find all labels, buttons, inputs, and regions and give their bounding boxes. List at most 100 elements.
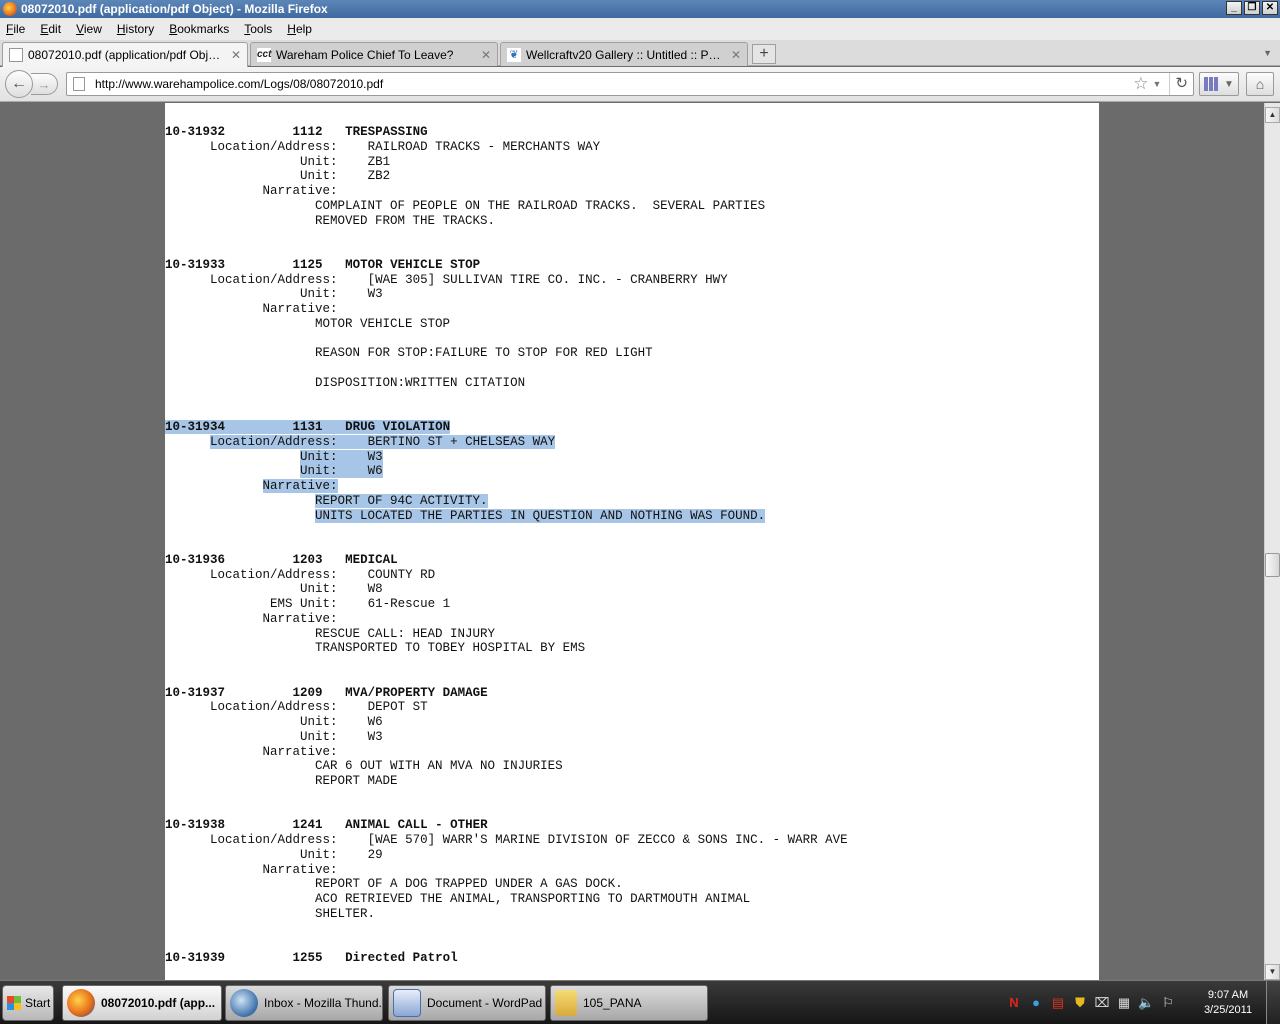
taskbar-item-label: 08072010.pdf (app... (101, 996, 216, 1010)
log-line: Unit: W3 (165, 730, 1099, 745)
tab-close-icon[interactable]: ✕ (481, 48, 491, 62)
log-field-label: Narrative: (262, 184, 338, 198)
start-button[interactable]: Start (2, 985, 54, 1021)
log-field-label: EMS Unit: (270, 597, 338, 611)
log-entry-time: 1125 (292, 257, 323, 272)
log-field-label: Location/Address: (210, 567, 338, 582)
tab-wareham-police[interactable]: cct Wareham Police Chief To Leave? ✕ (250, 42, 498, 66)
log-field-label: Narrative: (262, 611, 338, 626)
log-entry-type: ANIMAL CALL - OTHER (345, 818, 488, 833)
log-field-label: Unit: (300, 169, 338, 184)
log-line: 10-31936 1203 MEDICAL (165, 553, 1099, 568)
vertical-scrollbar[interactable]: ▲ ▼ (1264, 103, 1280, 980)
log-field-label: Unit: (300, 449, 338, 464)
log-field-value: W3 (367, 729, 383, 744)
log-field-label: Narrative: (262, 479, 338, 493)
close-button[interactable]: ✕ (1262, 1, 1278, 15)
log-line: Narrative: (165, 745, 1099, 760)
log-line: Unit: W6 (165, 715, 1099, 730)
menu-bookmarks[interactable]: Bookmarks (169, 22, 229, 36)
log-line: Location/Address: DEPOT ST (165, 700, 1099, 715)
scrollbar-thumb[interactable] (1265, 553, 1280, 577)
url-bar[interactable]: http://www.warehampolice.com/Logs/08/080… (66, 72, 1194, 96)
reload-icon[interactable]: ↻ (1169, 73, 1193, 95)
log-narrative: CAR 6 OUT WITH AN MVA NO INJURIES (315, 759, 563, 774)
log-field-value: W6 (367, 464, 383, 479)
history-dropdown-icon[interactable]: ▼ (1153, 79, 1162, 89)
shield-icon[interactable]: ⛊ (1072, 995, 1088, 1011)
grid-icon (1204, 77, 1219, 91)
taskbar-item-folder[interactable]: 105_PANA (550, 985, 708, 1021)
log-entry-type: MEDICAL (345, 552, 398, 567)
cct-icon: cct (257, 47, 272, 62)
log-entry-id: 10-31937 (165, 685, 226, 700)
tab-wellcraft-gallery[interactable]: ❦ Wellcraftv20 Gallery :: Untitled :: P1… (500, 42, 748, 66)
menu-history[interactable]: History (117, 22, 154, 36)
page-icon (73, 77, 85, 91)
flickr-icon[interactable]: ● (1028, 995, 1044, 1011)
new-tab-button[interactable]: + (752, 44, 776, 64)
tab-list-dropdown-icon[interactable]: ▼ (1263, 48, 1272, 58)
log-line: REMOVED FROM THE TRACKS. (165, 214, 1099, 229)
window-title: 08072010.pdf (application/pdf Object) - … (21, 2, 328, 16)
menu-tools[interactable]: Tools (244, 22, 272, 36)
log-field-value: ZB1 (367, 154, 391, 169)
log-line: EMS Unit: 61-Rescue 1 (165, 597, 1099, 612)
log-line: Location/Address: COUNTY RD (165, 568, 1099, 583)
forward-button[interactable]: → (31, 73, 58, 95)
menu-view[interactable]: View (76, 22, 102, 36)
menu-edit[interactable]: Edit (40, 22, 61, 36)
log-line: 10-31937 1209 MVA/PROPERTY DAMAGE (165, 686, 1099, 701)
log-line: REPORT OF A DOG TRAPPED UNDER A GAS DOCK… (165, 877, 1099, 892)
acrobat-tray-icon[interactable]: ▤ (1050, 995, 1066, 1011)
home-button[interactable]: ⌂ (1246, 72, 1274, 96)
log-field-value: W3 (367, 287, 383, 302)
action-center-flag-icon[interactable]: ⚐ (1160, 995, 1176, 1011)
menu-help[interactable]: Help (287, 22, 312, 36)
log-entry-time: 1112 (292, 125, 323, 139)
log-line: Narrative: (165, 479, 1099, 494)
show-desktop-button[interactable] (1266, 981, 1280, 1024)
log-entry-type: MVA/PROPERTY DAMAGE (345, 685, 488, 700)
log-narrative: RESCUE CALL: HEAD INJURY (315, 626, 496, 641)
content-area: 10-31932 1112 TRESPASSING Location/Addre… (0, 103, 1264, 980)
log-line: Unit: W3 (165, 287, 1099, 302)
taskbar-item-firefox[interactable]: 08072010.pdf (app... (62, 985, 222, 1021)
firefox-icon (3, 2, 17, 16)
restore-button[interactable]: ❐ (1244, 1, 1260, 15)
tab-pdf[interactable]: 08072010.pdf (application/pdf Object) ✕ (2, 42, 248, 67)
clock[interactable]: 9:07 AM 3/25/2011 (1202, 988, 1254, 1018)
scroll-up-icon[interactable]: ▲ (1265, 107, 1280, 123)
log-line: Location/Address: BERTINO ST + CHELSEAS … (165, 434, 1099, 450)
network-icon[interactable]: ▦ (1116, 995, 1132, 1011)
taskbar-item-wordpad[interactable]: Document - WordPad (388, 985, 546, 1021)
log-field-label: Narrative: (262, 862, 338, 877)
firefox-icon (67, 989, 95, 1017)
scroll-down-icon[interactable]: ▼ (1265, 964, 1280, 980)
windows-logo-icon (7, 996, 21, 1010)
usb-icon[interactable]: ⌧ (1094, 995, 1110, 1011)
tab-label: Wareham Police Chief To Leave? (276, 47, 454, 62)
log-field-label: Narrative: (262, 302, 338, 316)
log-narrative: MOTOR VEHICLE STOP (315, 316, 451, 331)
norton-icon[interactable]: N (1006, 995, 1022, 1011)
taskbar-item-thunderbird[interactable]: Inbox - Mozilla Thund... (225, 985, 383, 1021)
log-line: Unit: 29 (165, 848, 1099, 863)
bookmark-star-icon[interactable]: ☆ (1133, 74, 1148, 94)
url-text[interactable]: http://www.warehampolice.com/Logs/08/080… (95, 77, 1133, 91)
log-line: 10-31933 1125 MOTOR VEHICLE STOP (165, 258, 1099, 273)
log-field-value: ZB2 (367, 169, 391, 184)
log-field-value: BERTINO ST + CHELSEAS WAY (367, 434, 556, 449)
back-button[interactable]: ← (5, 70, 33, 98)
volume-icon[interactable]: 🔈 (1138, 995, 1154, 1011)
clock-date: 3/25/2011 (1203, 1004, 1253, 1016)
log-line: Unit: ZB2 (165, 169, 1099, 184)
tab-close-icon[interactable]: ✕ (231, 48, 241, 62)
tab-close-icon[interactable]: ✕ (731, 48, 741, 62)
log-line: REASON FOR STOP:FAILURE TO STOP FOR RED … (165, 346, 1099, 361)
log-narrative: DISPOSITION:WRITTEN CITATION (315, 375, 526, 390)
menu-file[interactable]: File (6, 22, 25, 36)
extension-button[interactable]: ▼ (1199, 72, 1239, 96)
minimize-button[interactable]: _ (1226, 1, 1242, 15)
log-narrative: SHELTER. (315, 906, 376, 921)
